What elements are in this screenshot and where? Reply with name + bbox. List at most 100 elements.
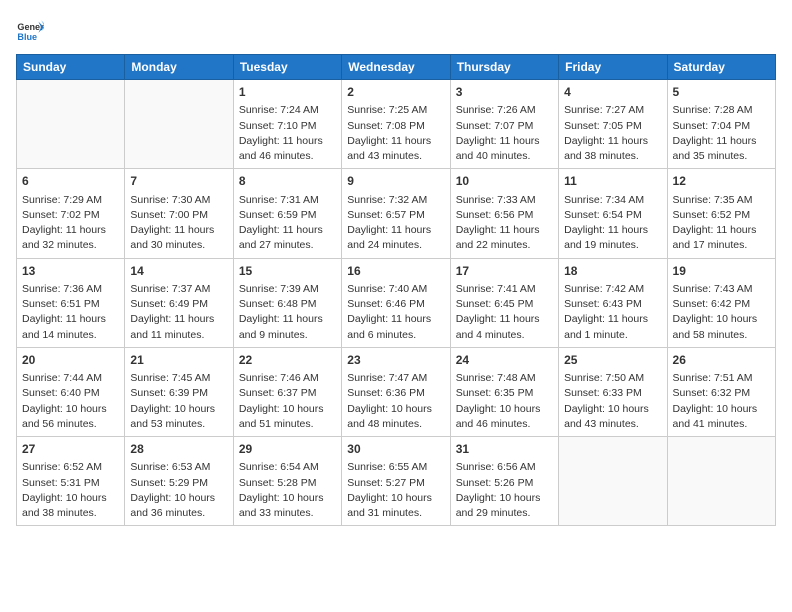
day-info: Sunrise: 7:47 AMSunset: 6:36 PMDaylight:…	[347, 371, 444, 432]
day-info: Sunrise: 7:41 AMSunset: 6:45 PMDaylight:…	[456, 282, 553, 343]
day-info: Sunrise: 7:28 AMSunset: 7:04 PMDaylight:…	[673, 103, 770, 164]
calendar-cell	[559, 437, 667, 526]
calendar-cell: 13 Sunrise: 7:36 AMSunset: 6:51 PMDayligh…	[17, 258, 125, 347]
day-number: 4	[564, 84, 661, 101]
calendar-cell: 8 Sunrise: 7:31 AMSunset: 6:59 PMDaylight…	[233, 169, 341, 258]
day-number: 9	[347, 173, 444, 190]
svg-text:Blue: Blue	[17, 32, 37, 42]
calendar-cell: 11Sunrise: 7:34 AMSunset: 6:54 PMDayligh…	[559, 169, 667, 258]
day-info: Sunrise: 7:46 AMSunset: 6:37 PMDaylight:…	[239, 371, 336, 432]
day-number: 2	[347, 84, 444, 101]
day-info: Sunrise: 7:36 AMSunset: 6:51 PMDaylight:…	[22, 282, 119, 343]
calendar-cell: 26 Sunrise: 7:51 AMSunset: 6:32 PMDayligh…	[667, 347, 775, 436]
day-info: Sunrise: 7:26 AMSunset: 7:07 PMDaylight:…	[456, 103, 553, 164]
day-info: Sunrise: 6:54 AMSunset: 5:28 PMDaylight:…	[239, 460, 336, 521]
day-number: 14	[130, 263, 227, 280]
day-info: Sunrise: 7:40 AMSunset: 6:46 PMDaylight:…	[347, 282, 444, 343]
calendar-cell: 7 Sunrise: 7:30 AMSunset: 7:00 PMDaylight…	[125, 169, 233, 258]
day-number: 27	[22, 441, 119, 458]
day-info: Sunrise: 7:32 AMSunset: 6:57 PMDaylight:…	[347, 193, 444, 254]
day-number: 26	[673, 352, 770, 369]
calendar-cell: 28Sunrise: 6:53 AMSunset: 5:29 PMDayligh…	[125, 437, 233, 526]
calendar-cell	[667, 437, 775, 526]
day-number: 31	[456, 441, 553, 458]
day-number: 19	[673, 263, 770, 280]
page-header: General Blue	[16, 16, 776, 44]
logo: General Blue	[16, 16, 44, 44]
day-info: Sunrise: 7:27 AMSunset: 7:05 PMDaylight:…	[564, 103, 661, 164]
calendar-cell: 25 Sunrise: 7:50 AMSunset: 6:33 PMDayligh…	[559, 347, 667, 436]
day-number: 16	[347, 263, 444, 280]
calendar-cell	[17, 80, 125, 169]
day-info: Sunrise: 7:44 AMSunset: 6:40 PMDaylight:…	[22, 371, 119, 432]
weekday-header: Thursday	[450, 55, 558, 80]
calendar-cell: 12 Sunrise: 7:35 AMSunset: 6:52 PMDayligh…	[667, 169, 775, 258]
calendar-cell: 14 Sunrise: 7:37 AMSunset: 6:49 PMDayligh…	[125, 258, 233, 347]
day-info: Sunrise: 7:24 AMSunset: 7:10 PMDaylight:…	[239, 103, 336, 164]
day-info: Sunrise: 7:42 AMSunset: 6:43 PMDaylight:…	[564, 282, 661, 343]
day-number: 29	[239, 441, 336, 458]
day-number: 5	[673, 84, 770, 101]
day-number: 12	[673, 173, 770, 190]
day-number: 1	[239, 84, 336, 101]
day-info: Sunrise: 7:50 AMSunset: 6:33 PMDaylight:…	[564, 371, 661, 432]
day-info: Sunrise: 7:33 AMSunset: 6:56 PMDaylight:…	[456, 193, 553, 254]
calendar-cell: 9 Sunrise: 7:32 AMSunset: 6:57 PMDaylight…	[342, 169, 450, 258]
day-info: Sunrise: 7:35 AMSunset: 6:52 PMDaylight:…	[673, 193, 770, 254]
day-number: 17	[456, 263, 553, 280]
weekday-header: Friday	[559, 55, 667, 80]
day-number: 25	[564, 352, 661, 369]
calendar-cell: 3 Sunrise: 7:26 AMSunset: 7:07 PMDaylight…	[450, 80, 558, 169]
day-info: Sunrise: 7:43 AMSunset: 6:42 PMDaylight:…	[673, 282, 770, 343]
day-info: Sunrise: 7:37 AMSunset: 6:49 PMDaylight:…	[130, 282, 227, 343]
calendar-cell: 29 Sunrise: 6:54 AMSunset: 5:28 PMDayligh…	[233, 437, 341, 526]
logo-icon: General Blue	[16, 16, 44, 44]
calendar-cell: 18 Sunrise: 7:42 AMSunset: 6:43 PMDayligh…	[559, 258, 667, 347]
day-info: Sunrise: 6:55 AMSunset: 5:27 PMDaylight:…	[347, 460, 444, 521]
day-number: 24	[456, 352, 553, 369]
day-number: 30	[347, 441, 444, 458]
day-number: 15	[239, 263, 336, 280]
day-number: 13	[22, 263, 119, 280]
calendar-cell: 19 Sunrise: 7:43 AMSunset: 6:42 PMDayligh…	[667, 258, 775, 347]
weekday-header: Tuesday	[233, 55, 341, 80]
weekday-header: Saturday	[667, 55, 775, 80]
calendar-cell: 24 Sunrise: 7:48 AMSunset: 6:35 PMDayligh…	[450, 347, 558, 436]
day-number: 23	[347, 352, 444, 369]
calendar-cell: 30 Sunrise: 6:55 AMSunset: 5:27 PMDayligh…	[342, 437, 450, 526]
calendar-cell: 16 Sunrise: 7:40 AMSunset: 6:46 PMDayligh…	[342, 258, 450, 347]
day-info: Sunrise: 7:34 AMSunset: 6:54 PMDaylight:…	[564, 193, 661, 254]
day-info: Sunrise: 7:29 AMSunset: 7:02 PMDaylight:…	[22, 193, 119, 254]
calendar-cell: 5 Sunrise: 7:28 AMSunset: 7:04 PMDaylight…	[667, 80, 775, 169]
day-number: 10	[456, 173, 553, 190]
calendar-cell: 31Sunrise: 6:56 AMSunset: 5:26 PMDayligh…	[450, 437, 558, 526]
day-info: Sunrise: 7:30 AMSunset: 7:00 PMDaylight:…	[130, 193, 227, 254]
calendar-cell: 10 Sunrise: 7:33 AMSunset: 6:56 PMDayligh…	[450, 169, 558, 258]
calendar-cell: 15 Sunrise: 7:39 AMSunset: 6:48 PMDayligh…	[233, 258, 341, 347]
day-number: 6	[22, 173, 119, 190]
day-info: Sunrise: 7:48 AMSunset: 6:35 PMDaylight:…	[456, 371, 553, 432]
calendar-cell: 4 Sunrise: 7:27 AMSunset: 7:05 PMDaylight…	[559, 80, 667, 169]
day-number: 7	[130, 173, 227, 190]
day-info: Sunrise: 7:25 AMSunset: 7:08 PMDaylight:…	[347, 103, 444, 164]
day-info: Sunrise: 6:53 AMSunset: 5:29 PMDaylight:…	[130, 460, 227, 521]
calendar-cell: 2 Sunrise: 7:25 AMSunset: 7:08 PMDaylight…	[342, 80, 450, 169]
day-info: Sunrise: 6:52 AMSunset: 5:31 PMDaylight:…	[22, 460, 119, 521]
day-number: 18	[564, 263, 661, 280]
calendar-cell: 17 Sunrise: 7:41 AMSunset: 6:45 PMDayligh…	[450, 258, 558, 347]
weekday-header: Monday	[125, 55, 233, 80]
day-number: 20	[22, 352, 119, 369]
day-info: Sunrise: 7:45 AMSunset: 6:39 PMDaylight:…	[130, 371, 227, 432]
day-info: Sunrise: 7:31 AMSunset: 6:59 PMDaylight:…	[239, 193, 336, 254]
day-number: 3	[456, 84, 553, 101]
weekday-header: Sunday	[17, 55, 125, 80]
day-info: Sunrise: 7:51 AMSunset: 6:32 PMDaylight:…	[673, 371, 770, 432]
day-number: 8	[239, 173, 336, 190]
day-number: 22	[239, 352, 336, 369]
calendar-cell: 20 Sunrise: 7:44 AMSunset: 6:40 PMDayligh…	[17, 347, 125, 436]
calendar-cell	[125, 80, 233, 169]
day-info: Sunrise: 7:39 AMSunset: 6:48 PMDaylight:…	[239, 282, 336, 343]
calendar-cell: 22 Sunrise: 7:46 AMSunset: 6:37 PMDayligh…	[233, 347, 341, 436]
calendar-cell: 6 Sunrise: 7:29 AMSunset: 7:02 PMDaylight…	[17, 169, 125, 258]
calendar-table: SundayMondayTuesdayWednesdayThursdayFrid…	[16, 54, 776, 526]
